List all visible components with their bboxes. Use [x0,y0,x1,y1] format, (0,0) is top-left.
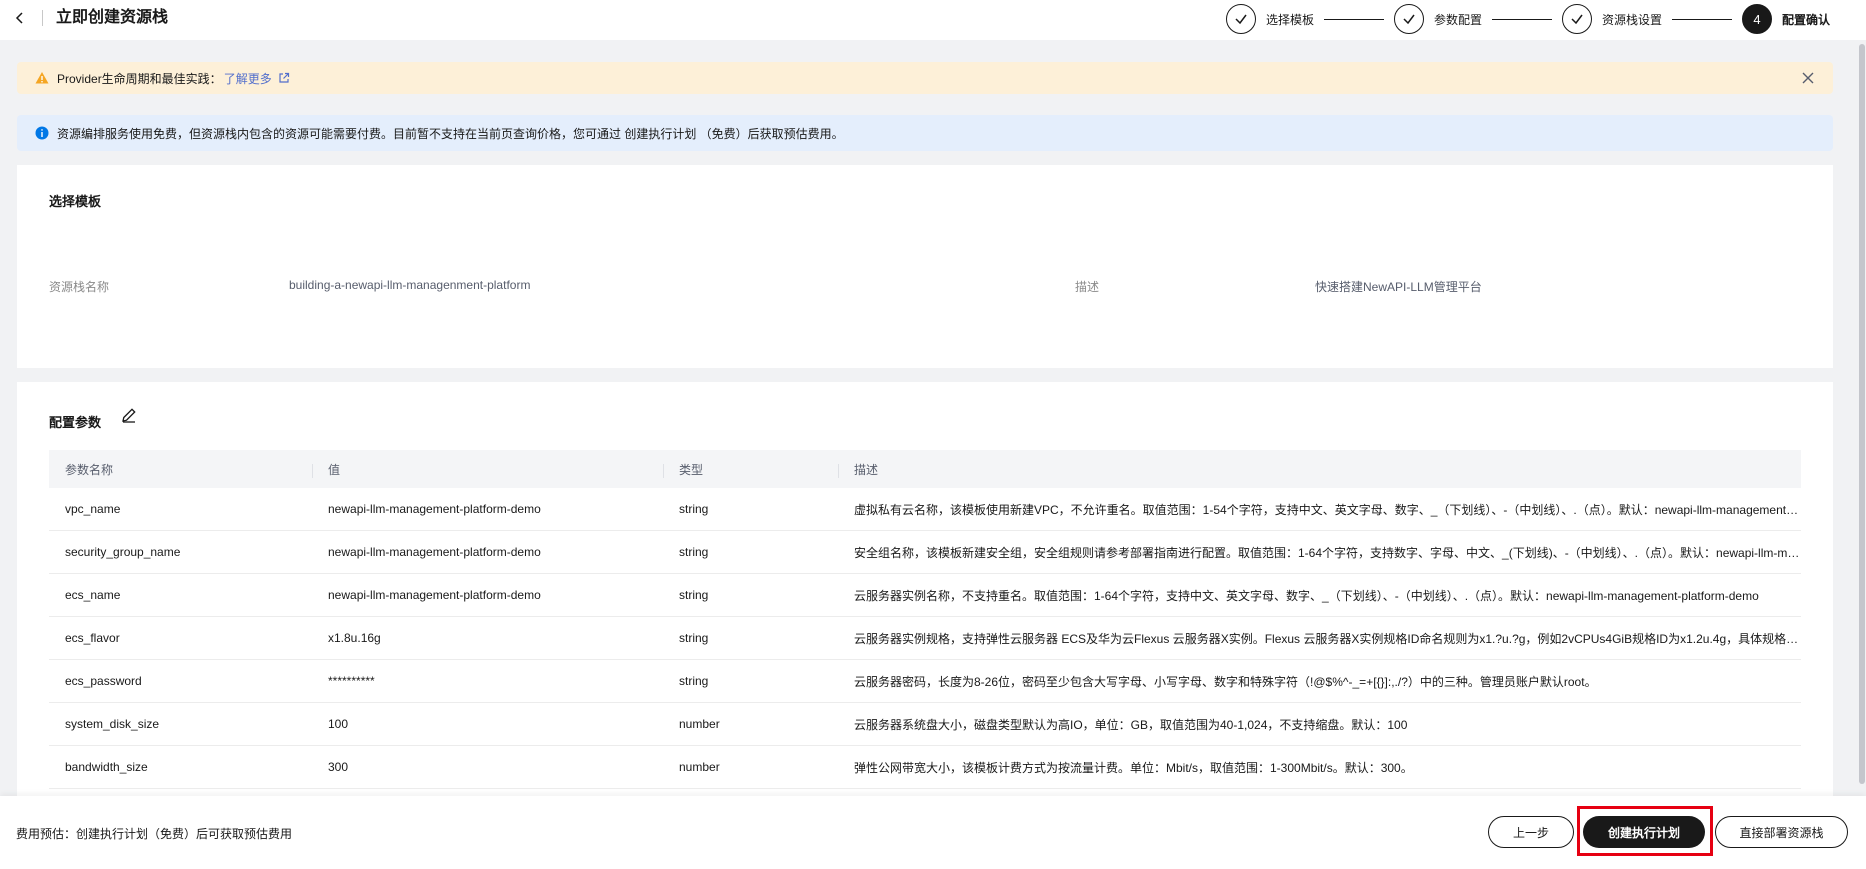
param-name: ecs_flavor [65,631,120,645]
create-execution-plan-button[interactable]: 创建执行计划 [1583,816,1705,848]
column-header-description: 描述 [838,461,1801,478]
params-card: 配置参数 参数名称 值 类型 描述 vpc_name newapi-llm-ma… [17,382,1833,796]
param-description: 云服务器实例规格，支持弹性云服务器 ECS及华为云Flexus 云服务器X实例。… [854,631,1801,646]
param-name: vpc_name [65,502,121,516]
step-label: 参数配置 [1433,12,1482,27]
description-label: 描述 [1075,280,1100,294]
description-value: 快速搭建NewAPI-LLM管理平台 [1315,280,1482,294]
page-header: 立即创建资源栈 选择模板 参数配置 资源栈设置 4 配置确认 [0,0,1866,40]
param-description: 弹性公网带宽大小，该模板计费方式为按流量计费。单位：Mbit/s，取值范围：1-… [854,760,1413,775]
step-label: 选择模板 [1265,12,1314,27]
param-description: 云服务器密码，长度为8-26位，密码至少包含大写字母、小写字母、数字和特殊字符（… [854,674,1597,689]
param-value: 100 [328,717,349,731]
scrollbar-thumb[interactable] [1859,44,1865,784]
step-confirm: 4 配置确认 [1741,4,1830,34]
param-value: ********** [328,674,375,688]
info-banner: 资源编排服务使用免费，但资源栈内包含的资源可能需要付费。目前暂不支持在当前页查询… [17,115,1833,151]
param-type: string [679,545,709,559]
step-param-config: 参数配置 [1393,4,1482,34]
step-indicator: 选择模板 参数配置 资源栈设置 4 配置确认 [1225,3,1866,35]
param-value: x1.8u.16g [328,631,381,645]
info-text: 资源编排服务使用免费，但资源栈内包含的资源可能需要付费。目前暂不支持在当前页查询… [57,126,844,141]
page-scrollbar[interactable] [1858,40,1866,796]
param-value: newapi-llm-management-platform-demo [328,502,541,516]
warning-text: Provider生命周期和最佳实践： [57,71,222,86]
cost-estimate-note: 费用预估：创建执行计划（免费）后可获取预估费用 [16,827,293,841]
check-icon [1225,4,1256,34]
check-icon [1393,4,1424,34]
page-title: 立即创建资源栈 [56,9,169,26]
param-name: security_group_name [65,545,181,559]
param-type: string [679,502,709,516]
param-description: 云服务器实例名称，不支持重名。取值范围：1-64个字符，支持中文、英文字母、数字… [854,588,1759,603]
table-row: security_group_name newapi-llm-managemen… [49,531,1801,574]
header-divider [42,10,43,26]
param-value: newapi-llm-management-platform-demo [328,588,541,602]
param-type: number [679,717,720,731]
step-number: 4 [1741,4,1772,34]
param-name: ecs_name [65,588,121,602]
edit-icon[interactable] [120,406,138,424]
param-name: bandwidth_size [65,760,148,774]
step-connector [1671,18,1732,20]
column-header-type: 类型 [663,461,838,478]
close-icon[interactable] [1801,71,1815,85]
external-link-icon [279,72,289,83]
param-type: string [679,674,709,688]
param-value: newapi-llm-management-platform-demo [328,545,541,559]
check-icon [1561,4,1592,34]
stack-name-label: 资源栈名称 [49,280,110,294]
column-header-value: 值 [312,461,663,478]
template-card: 选择模板 资源栈名称 building-a-newapi-llm-managen… [17,165,1833,368]
table-row: ecs_flavor x1.8u.16g string 云服务器实例规格，支持弹… [49,617,1801,660]
info-icon [35,126,49,140]
warning-icon [35,72,49,84]
deploy-stack-button[interactable]: 直接部署资源栈 [1715,816,1848,848]
param-name: system_disk_size [65,717,160,731]
table-row: system_disk_size 100 number 云服务器系统盘大小，磁盘… [49,703,1801,746]
param-value: 300 [328,760,349,774]
step-label: 配置确认 [1781,12,1830,27]
param-type: string [679,631,709,645]
table-row: ecs_name newapi-llm-management-platform-… [49,574,1801,617]
column-header-name: 参数名称 [65,462,114,477]
param-description: 云服务器系统盘大小，磁盘类型默认为高IO，单位：GB，取值范围为40-1,024… [854,717,1408,732]
learn-more-label: 了解更多 [223,71,272,86]
warning-banner: Provider生命周期和最佳实践： 了解更多 [17,62,1833,94]
stack-name-value: building-a-newapi-llm-managenment-platfo… [289,278,531,292]
table-row: vpc_name newapi-llm-management-platform-… [49,488,1801,531]
params-section-title: 配置参数 [49,415,102,430]
param-type: string [679,588,709,602]
param-description: 虚拟私有云名称，该模板使用新建VPC，不允许重名。取值范围：1-54个字符，支持… [854,502,1801,517]
param-description: 安全组名称，该模板新建安全组，安全组规则请参考部署指南进行配置。取值范围：1-6… [854,545,1801,560]
previous-step-button[interactable]: 上一步 [1488,816,1574,848]
template-section-title: 选择模板 [49,194,102,209]
learn-more-link[interactable]: 了解更多 [224,70,290,87]
back-button[interactable] [10,8,30,28]
step-select-template: 选择模板 [1225,4,1314,34]
step-connector [1491,18,1552,20]
table-row: ecs_password ********** string 云服务器密码，长度… [49,660,1801,703]
table-row: bandwidth_size 300 number 弹性公网带宽大小，该模板计费… [49,746,1801,789]
params-table: 参数名称 值 类型 描述 vpc_name newapi-llm-managem… [49,450,1801,789]
param-type: number [679,760,720,774]
step-connector [1323,18,1384,20]
param-name: ecs_password [65,674,142,688]
chevron-left-icon [15,12,23,24]
step-label: 资源栈设置 [1601,12,1662,27]
footer-bar: 费用预估：创建执行计划（免费）后可获取预估费用 上一步 创建执行计划 直接部署资… [0,796,1866,869]
step-stack-settings: 资源栈设置 [1561,4,1662,34]
table-header: 参数名称 值 类型 描述 [49,450,1801,488]
